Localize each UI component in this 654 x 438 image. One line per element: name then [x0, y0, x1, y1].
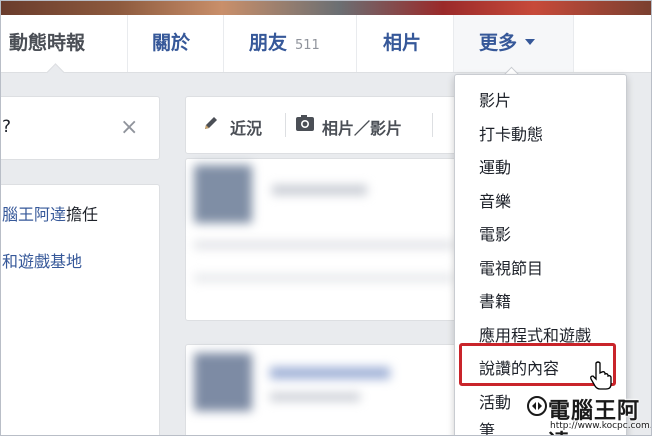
feed-post-card	[185, 158, 465, 321]
sidebar-page-link[interactable]: 腦王阿達	[2, 205, 66, 224]
tab-photos[interactable]: 相片	[383, 15, 421, 72]
menu-item-tv-shows[interactable]: 電視節目	[479, 259, 543, 279]
sidebar-info-card: 腦王阿達擔任 和遊戲基地	[1, 184, 160, 435]
blurred-text	[270, 393, 360, 401]
menu-item-notes[interactable]: 筆	[479, 421, 495, 435]
tab-more-label: 更多	[479, 32, 518, 54]
tab-friends-label: 朋友	[249, 32, 288, 54]
composer-divider	[432, 113, 433, 137]
menu-item-checkins[interactable]: 打卡動態	[479, 125, 543, 145]
composer-photo-tab[interactable]: 相片／影片	[322, 115, 402, 139]
brand-logo-icon	[527, 396, 547, 416]
nav-divider	[223, 15, 224, 72]
close-icon[interactable]: ×	[120, 117, 138, 139]
avatar	[194, 165, 252, 223]
menu-item-videos[interactable]: 影片	[479, 91, 511, 111]
chevron-down-icon	[525, 38, 536, 45]
nav-divider	[356, 15, 357, 72]
menu-item-music[interactable]: 音樂	[479, 192, 511, 212]
blurred-text	[272, 185, 367, 195]
tab-timeline[interactable]: 動態時報	[9, 15, 85, 72]
menu-item-sports[interactable]: 運動	[479, 158, 511, 178]
menu-item-movies[interactable]: 電影	[479, 225, 511, 245]
watermark: 電腦王阿達 http://www.kocpc.com.tw	[526, 391, 651, 435]
nav-divider	[127, 15, 128, 72]
watermark-url: http://www.kocpc.com.tw	[550, 421, 651, 431]
blurred-text	[270, 367, 390, 379]
sidebar-line-2[interactable]: 和遊戲基地	[2, 252, 82, 272]
tab-about[interactable]: 關於	[152, 15, 190, 72]
composer-divider	[285, 113, 286, 137]
screenshot-frame: 動態時報 關於 朋友 511 相片 更多 ? × 腦王阿達擔任 和遊戲基地 近況 …	[0, 0, 652, 436]
profile-nav-bar: 動態時報 關於 朋友 511 相片 更多	[1, 15, 651, 73]
camera-icon	[296, 115, 314, 131]
sidebar-line-1: 腦王阿達擔任	[2, 205, 98, 225]
menu-item-events[interactable]: 活動	[479, 393, 511, 413]
feed-post-card	[185, 344, 465, 435]
sidebar-partial-text: ?	[2, 117, 12, 137]
composer-status-tab[interactable]: 近況	[230, 115, 262, 139]
pencil-icon	[205, 117, 217, 129]
nav-divider	[573, 15, 574, 72]
hand-cursor-icon	[590, 361, 612, 390]
friends-count: 511	[295, 38, 320, 53]
sidebar-intro-card: ? ×	[1, 96, 160, 160]
sidebar-role-text: 擔任	[66, 205, 99, 224]
tab-friends[interactable]: 朋友 511	[249, 15, 320, 72]
composer-card: 近況 相片／影片	[185, 96, 465, 154]
blurred-text	[194, 274, 454, 282]
blurred-text	[194, 241, 454, 249]
cover-photo-strip	[1, 1, 651, 15]
tab-more[interactable]: 更多	[479, 15, 536, 72]
menu-item-books[interactable]: 書籍	[479, 292, 511, 312]
avatar	[194, 353, 252, 411]
